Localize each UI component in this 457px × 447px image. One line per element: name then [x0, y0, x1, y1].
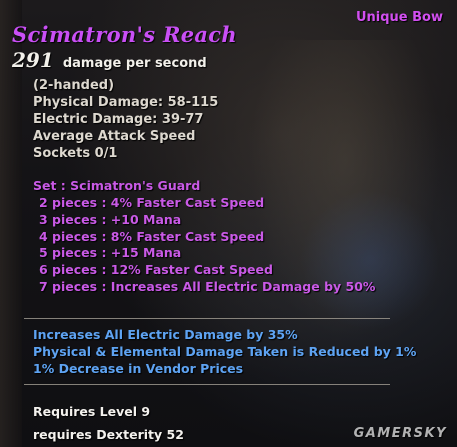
set-piece: 3 pieces : +10 Mana — [39, 212, 182, 227]
set-piece: 2 pieces : 4% Faster Cast Speed — [39, 195, 265, 210]
set-piece: 7 pieces : Increases All Electric Damage… — [39, 279, 376, 294]
bonus-line: Increases All Electric Damage by 35% — [33, 327, 298, 342]
set-title: Set : Scimatron's Guard — [33, 178, 201, 193]
item-tooltip: Unique Bow Scimatron's Reach 291 damage … — [0, 0, 457, 447]
dps-row: 291 damage per second — [12, 48, 207, 72]
bonus-line: 1% Decrease in Vendor Prices — [33, 361, 244, 376]
item-name: Scimatron's Reach — [12, 22, 237, 47]
stat-line: Physical Damage: 58-115 — [33, 95, 219, 110]
stat-line: Electric Damage: 39-77 — [33, 112, 204, 127]
divider — [24, 384, 390, 385]
stat-line: Sockets 0/1 — [33, 146, 118, 161]
bonus-line: Physical & Elemental Damage Taken is Red… — [33, 344, 417, 359]
item-type: Unique Bow — [355, 10, 443, 25]
dps-value: 291 — [12, 48, 54, 72]
requirement-line: Requires Level 9 — [33, 404, 151, 419]
stat-line: (2-handed) — [33, 78, 115, 93]
dps-label: damage per second — [62, 56, 207, 71]
background-figure — [250, 40, 440, 340]
set-piece: 5 pieces : +15 Mana — [39, 245, 182, 260]
background-glow — [300, 190, 440, 330]
stat-line: Average Attack Speed — [33, 129, 196, 144]
divider — [24, 318, 390, 319]
set-piece: 4 pieces : 8% Faster Cast Speed — [39, 229, 265, 244]
requirement-line: requires Dexterity 52 — [33, 427, 184, 442]
watermark: GAMERSKY — [353, 426, 447, 441]
set-piece: 6 pieces : 12% Faster Cast Speed — [39, 262, 273, 277]
